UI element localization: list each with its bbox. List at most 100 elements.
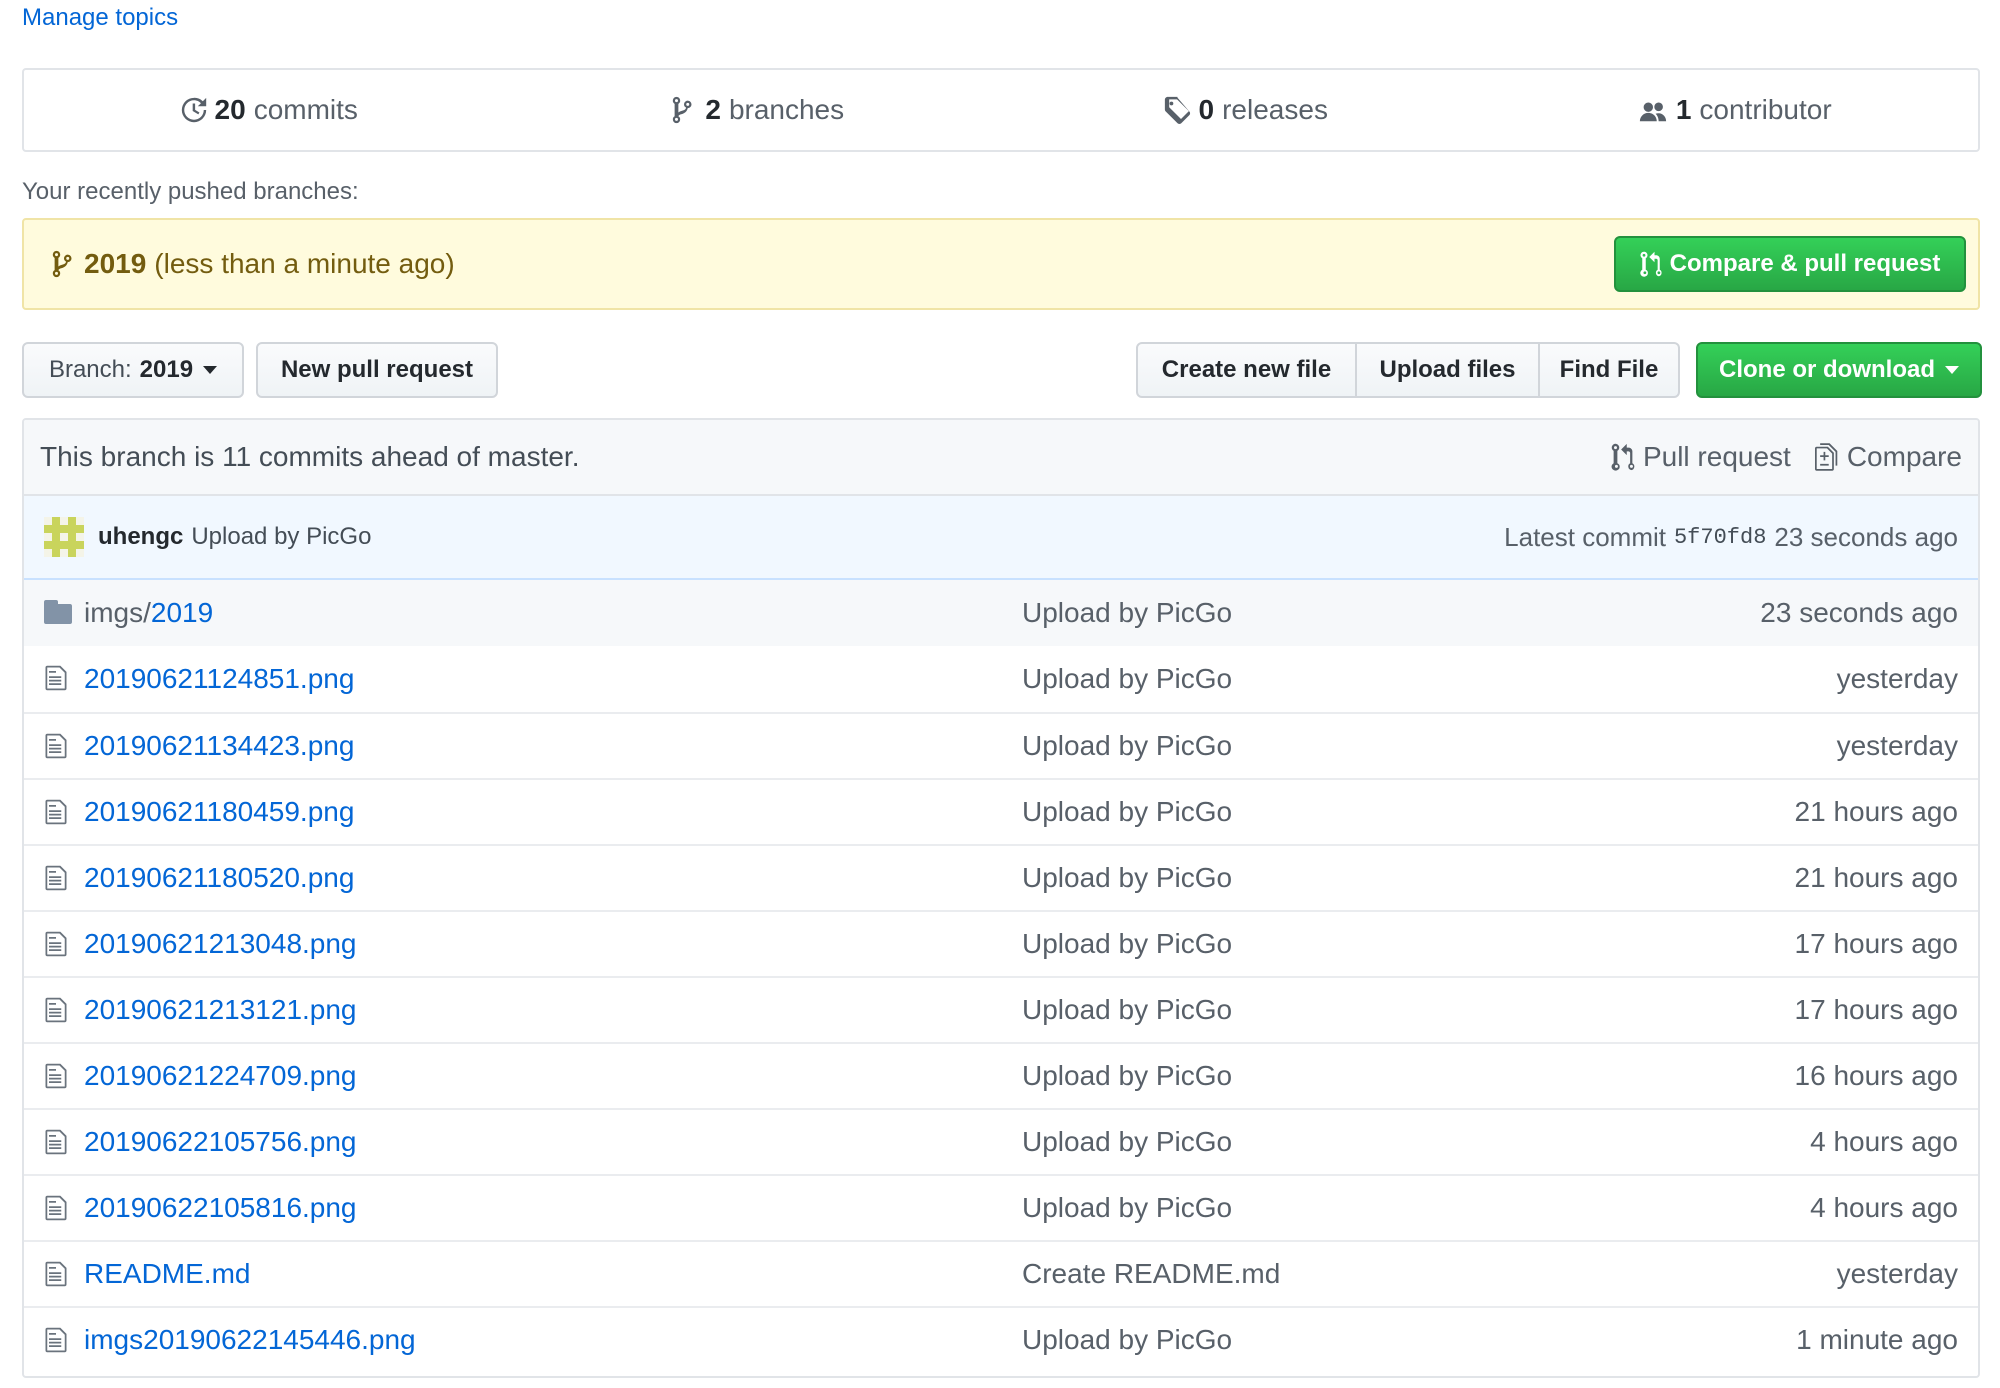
commit-author-info: uhengc Upload by PicGo [44, 517, 371, 557]
branch-ahead-text: This branch is 11 commits ahead of maste… [40, 441, 580, 472]
file-commit-message[interactable]: Upload by PicGo [1022, 663, 1232, 695]
compare-link[interactable]: Compare [1814, 441, 1962, 473]
recent-branch-name[interactable]: 2019 [84, 248, 146, 280]
file-commit-message[interactable]: Upload by PicGo [1022, 928, 1232, 960]
file-row: imgs20190622145446.png Upload by PicGo 1 m… [24, 1306, 1978, 1372]
file-icon [45, 1261, 67, 1287]
pull-request-link[interactable]: Pull request [1611, 441, 1791, 473]
file-row: 20190621213048.png Upload by PicGo 17 hour… [24, 910, 1978, 976]
releases-label: releases [1222, 94, 1328, 125]
find-file-button[interactable]: Find File [1540, 342, 1680, 398]
file-icon [45, 799, 67, 825]
file-name-link[interactable]: imgs20190622145446.png [84, 1324, 416, 1356]
branch-icon [673, 96, 692, 124]
compare-label: Compare [1846, 441, 1962, 472]
new-pull-request-button[interactable]: New pull request [256, 342, 498, 398]
file-commit-message[interactable]: Upload by PicGo [1022, 1126, 1232, 1158]
commits-label: commits [253, 94, 358, 125]
file-name-link[interactable]: 20190621213121.png [84, 994, 357, 1026]
recent-branch-time: (less than a minute ago) [154, 248, 455, 279]
file-icon [45, 1063, 67, 1089]
file-navigation-box: This branch is 11 commits ahead of maste… [22, 418, 1980, 1378]
tag-icon [1164, 96, 1190, 124]
pull-request-label: Pull request [1642, 441, 1791, 472]
file-row: 20190622105816.png Upload by PicGo 4 hours… [24, 1174, 1978, 1240]
file-commit-age: 23 seconds ago [1760, 597, 1958, 628]
file-commit-age: 16 hours ago [1794, 1060, 1958, 1091]
commit-message[interactable]: Upload by PicGo [191, 523, 371, 551]
create-new-file-button[interactable]: Create new file [1136, 342, 1357, 398]
file-commit-age: yesterday [1836, 1258, 1958, 1289]
commits-count: 20 [214, 94, 246, 125]
file-commit-message[interactable]: Upload by PicGo [1022, 862, 1232, 894]
compare-pull-request-button[interactable]: Compare & pull request [1614, 236, 1966, 292]
pull-request-icon [1639, 251, 1662, 277]
compare-button-label: Compare & pull request [1669, 250, 1941, 277]
commit-sha[interactable]: 5f70fd8 [1674, 525, 1766, 550]
file-icon [45, 997, 67, 1023]
file-name-link[interactable]: 20190622105756.png [84, 1126, 357, 1158]
file-commit-message[interactable]: Create README.md [1022, 1258, 1280, 1290]
clone-or-download-button[interactable]: Clone or download [1696, 342, 1982, 398]
directory-path: imgs/2019 [84, 597, 213, 629]
contributors-stat[interactable]: 1 contributor [1490, 94, 1979, 126]
contributors-label: contributor [1699, 94, 1832, 125]
file-name-link[interactable]: README.md [84, 1258, 250, 1290]
manage-topics-link[interactable]: Manage topics [22, 0, 178, 36]
avatar[interactable] [44, 517, 84, 557]
file-commit-message[interactable]: Upload by PicGo [1022, 597, 1232, 629]
file-row: README.md Create README.md yesterday [24, 1240, 1978, 1306]
file-commit-age: 17 hours ago [1794, 928, 1958, 959]
commit-author[interactable]: uhengc [98, 523, 183, 551]
file-row: 20190621124851.png Upload by PicGo yesterd… [24, 646, 1978, 712]
recent-branches-label: Your recently pushed branches: [22, 178, 359, 205]
releases-count: 0 [1198, 94, 1215, 125]
file-icon [45, 931, 67, 957]
upload-files-button[interactable]: Upload files [1357, 342, 1540, 398]
releases-stat[interactable]: 0 releases [1001, 94, 1490, 126]
file-commit-message[interactable]: Upload by PicGo [1022, 1060, 1232, 1092]
file-commit-message[interactable]: Upload by PicGo [1022, 730, 1232, 762]
file-row: 20190621224709.png Upload by PicGo 16 hour… [24, 1042, 1978, 1108]
branch-select-button[interactable]: Branch: 2019 [22, 342, 244, 398]
file-name-link[interactable]: 20190621134423.png [84, 730, 354, 762]
people-icon [1639, 102, 1666, 122]
file-row-directory: imgs/2019 Upload by PicGo 23 seconds ago [24, 580, 1978, 646]
directory-prefix[interactable]: imgs/ [84, 597, 151, 628]
repo-stats-bar: 20 commits 2 branches 0 releases 1 contr… [22, 68, 1980, 152]
file-commit-message[interactable]: Upload by PicGo [1022, 994, 1232, 1026]
history-icon [181, 97, 206, 123]
file-commit-message[interactable]: Upload by PicGo [1022, 796, 1232, 828]
branch-status-bar: This branch is 11 commits ahead of maste… [24, 420, 1978, 496]
branches-stat[interactable]: 2 branches [513, 94, 1002, 126]
folder-icon [44, 600, 72, 624]
repo-page: Manage topics 20 commits 2 branches 0 re… [0, 0, 2000, 1388]
commit-age: 23 seconds ago [1774, 521, 1958, 552]
file-name-link[interactable]: 20190621224709.png [84, 1060, 357, 1092]
file-name-link[interactable]: 20190621124851.png [84, 663, 354, 695]
directory-name[interactable]: 2019 [151, 597, 213, 628]
file-icon [45, 865, 67, 891]
file-name-link[interactable]: 20190621180459.png [84, 796, 354, 828]
commits-stat[interactable]: 20 commits [24, 94, 513, 126]
file-row: 20190622105756.png Upload by PicGo 4 hours… [24, 1108, 1978, 1174]
file-name-link[interactable]: 20190621213048.png [84, 928, 357, 960]
file-commit-message[interactable]: Upload by PicGo [1022, 1324, 1232, 1356]
caret-down-icon [1945, 366, 1959, 374]
clone-button-label: Clone or download [1719, 356, 1935, 383]
diff-icon [1814, 443, 1838, 471]
file-commit-age: yesterday [1836, 730, 1958, 761]
file-icon [45, 1327, 67, 1353]
file-icon [45, 733, 67, 759]
file-icon [45, 1195, 67, 1221]
branch-prefix: Branch: [48, 356, 132, 383]
branch-actions: Pull request Compare [1587, 441, 1962, 473]
file-commit-message[interactable]: Upload by PicGo [1022, 1192, 1232, 1224]
file-icon [45, 1129, 67, 1155]
recent-branch-banner: 2019 (less than a minute ago) Compare & … [22, 218, 1980, 310]
file-name-link[interactable]: 20190622105816.png [84, 1192, 357, 1224]
latest-commit-bar: uhengc Upload by PicGo Latest commit 5f7… [24, 496, 1978, 580]
latest-commit-label: Latest commit [1504, 521, 1666, 552]
file-name-link[interactable]: 20190621180520.png [84, 862, 354, 894]
branches-count: 2 [705, 94, 721, 125]
